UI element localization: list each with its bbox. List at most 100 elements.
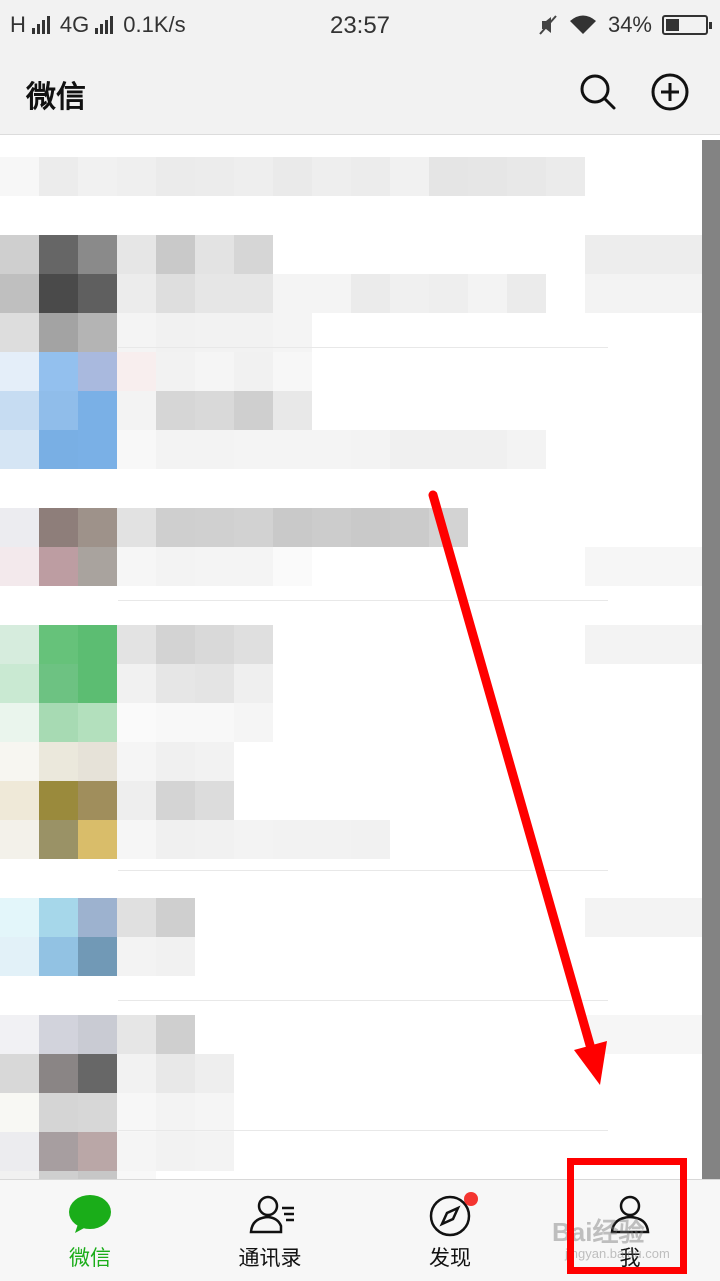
blurred-pixel	[0, 1054, 39, 1093]
blurred-pixel	[117, 937, 156, 976]
blurred-pixel	[234, 703, 273, 742]
blurred-pixel	[273, 430, 312, 469]
screen-edge-shadow	[702, 140, 720, 1180]
blurred-pixel	[429, 430, 468, 469]
blurred-pixel	[663, 235, 702, 274]
blurred-pixel	[273, 352, 312, 391]
blurred-pixel	[117, 391, 156, 430]
blurred-pixel	[156, 235, 195, 274]
blurred-pixel	[39, 1171, 78, 1179]
conversation-list[interactable]	[0, 135, 720, 1179]
blurred-pixel	[156, 430, 195, 469]
blurred-pixel	[117, 898, 156, 937]
blurred-pixel	[351, 157, 390, 196]
blurred-pixel	[0, 547, 39, 586]
battery-level	[666, 19, 679, 31]
blurred-pixel	[78, 1171, 117, 1179]
blurred-pixel	[117, 508, 156, 547]
blurred-pixel	[585, 274, 624, 313]
blurred-pixel	[390, 157, 429, 196]
blurred-pixel	[156, 352, 195, 391]
blurred-pixel	[195, 547, 234, 586]
blurred-pixel	[273, 274, 312, 313]
app-header: 微信	[0, 50, 720, 135]
chat-bubble-icon	[69, 1195, 111, 1233]
blurred-pixel	[234, 157, 273, 196]
blurred-pixel	[663, 547, 702, 586]
blurred-pixel	[663, 625, 702, 664]
blurred-pixel	[195, 742, 234, 781]
blurred-pixel	[234, 547, 273, 586]
blurred-pixel	[117, 703, 156, 742]
row-divider	[118, 870, 608, 871]
blurred-pixel	[234, 274, 273, 313]
blurred-pixel	[117, 1093, 156, 1132]
blurred-pixel	[156, 157, 195, 196]
blurred-pixel	[585, 625, 624, 664]
blurred-pixel	[0, 742, 39, 781]
blurred-pixel	[273, 508, 312, 547]
blurred-pixel	[624, 1015, 663, 1054]
blurred-pixel	[39, 1093, 78, 1132]
blurred-pixel	[0, 391, 39, 430]
wifi-icon	[569, 15, 596, 34]
blurred-pixel	[156, 898, 195, 937]
blurred-pixel	[273, 157, 312, 196]
blurred-pixel	[78, 820, 117, 859]
blurred-pixel	[156, 781, 195, 820]
blurred-pixel	[78, 274, 117, 313]
blurred-pixel	[39, 391, 78, 430]
blurred-pixel	[390, 508, 429, 547]
mute-icon	[539, 15, 557, 35]
battery-percent: 34%	[607, 12, 652, 37]
blurred-pixel	[0, 1093, 39, 1132]
blurred-pixel	[195, 1132, 234, 1171]
blurred-pixel	[0, 508, 39, 547]
add-button[interactable]	[648, 70, 692, 114]
blurred-pixel	[624, 898, 663, 937]
blurred-pixel	[624, 625, 663, 664]
blurred-pixel	[117, 547, 156, 586]
tab-contacts[interactable]: 通讯录	[180, 1180, 360, 1281]
blurred-pixel	[0, 1132, 39, 1171]
tab-label: 通讯录	[238, 1246, 302, 1270]
search-button[interactable]	[576, 70, 620, 114]
blurred-pixel	[507, 274, 546, 313]
blurred-pixel	[156, 1054, 195, 1093]
blurred-pixel	[0, 1015, 39, 1054]
blurred-pixel	[468, 274, 507, 313]
blurred-pixel	[156, 820, 195, 859]
blurred-pixel	[0, 820, 39, 859]
blurred-pixel	[156, 1015, 195, 1054]
blurred-pixel	[39, 703, 78, 742]
blurred-pixel	[78, 703, 117, 742]
blurred-pixel	[39, 157, 78, 196]
blurred-pixel	[78, 352, 117, 391]
blurred-pixel	[429, 274, 468, 313]
blurred-pixel	[39, 1054, 78, 1093]
blurred-pixel	[117, 430, 156, 469]
blurred-pixel	[78, 391, 117, 430]
blurred-pixel	[663, 1015, 702, 1054]
blurred-pixel	[39, 1132, 78, 1171]
blurred-pixel	[429, 508, 468, 547]
blurred-pixel	[351, 508, 390, 547]
blurred-pixel	[156, 703, 195, 742]
blurred-pixel	[0, 1171, 39, 1179]
contacts-icon	[249, 1195, 294, 1234]
blurred-pixel	[390, 430, 429, 469]
blurred-pixel	[234, 430, 273, 469]
tab-discover[interactable]: 发现	[360, 1180, 540, 1281]
blurred-pixel	[507, 430, 546, 469]
blurred-pixel	[0, 157, 39, 196]
blurred-pixel	[117, 625, 156, 664]
blurred-pixel	[78, 742, 117, 781]
blurred-pixel	[39, 235, 78, 274]
tab-chats[interactable]: 微信	[0, 1180, 180, 1281]
blurred-pixel	[585, 898, 624, 937]
blurred-pixel	[312, 274, 351, 313]
blurred-pixel	[312, 157, 351, 196]
blurred-pixel	[234, 391, 273, 430]
blurred-pixel	[0, 235, 39, 274]
blurred-pixel	[195, 781, 234, 820]
